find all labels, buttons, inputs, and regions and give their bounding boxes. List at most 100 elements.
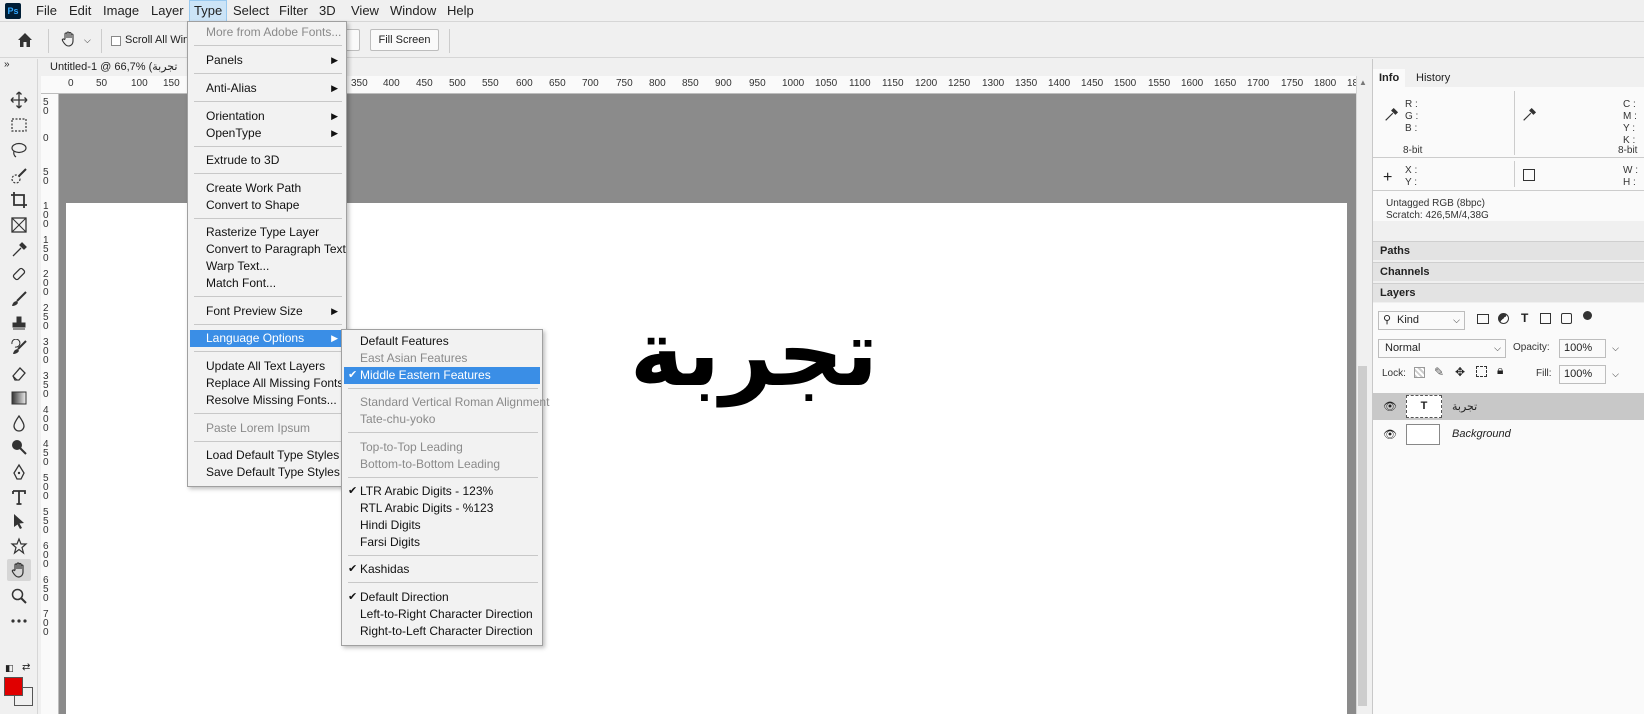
lasso-tool-icon[interactable]	[7, 139, 31, 161]
foreground-color-swatch[interactable]	[4, 677, 23, 696]
more-tools-icon[interactable]	[7, 610, 31, 632]
vertical-scrollbar[interactable]: ▲	[1356, 76, 1368, 714]
smart-object-filter-icon[interactable]	[1561, 313, 1572, 324]
chevron-down-icon[interactable]: ⌵	[84, 35, 91, 46]
brush-tool-icon[interactable]	[7, 288, 31, 310]
shape-layer-filter-icon[interactable]	[1540, 313, 1551, 324]
channels-panel-header[interactable]: Channels	[1373, 262, 1644, 281]
menu-item-rtl-arabic-digits[interactable]: RTL Arabic Digits - %123	[344, 500, 540, 517]
photoshop-logo[interactable]: Ps	[5, 3, 21, 19]
menu-item-resolve-missing-fonts[interactable]: Resolve Missing Fonts...	[190, 392, 344, 409]
menu-item-save-default-type-styles[interactable]: Save Default Type Styles	[190, 464, 344, 481]
scrollbar-thumb[interactable]	[1358, 366, 1367, 706]
lock-all-icon[interactable]: 🔒︎	[1497, 363, 1503, 378]
menu-item-default-features[interactable]: Default Features	[344, 333, 540, 350]
tab-info[interactable]: Info	[1373, 69, 1406, 87]
blur-tool-icon[interactable]	[7, 412, 31, 434]
zoom-tool-icon[interactable]	[7, 585, 31, 607]
history-brush-tool-icon[interactable]	[7, 337, 31, 359]
fill-field[interactable]: 100% ⌵	[1559, 365, 1619, 384]
menu-item-default-direction[interactable]: ✔ Default Direction	[344, 589, 540, 606]
default-colors-icon[interactable]: ◧	[5, 663, 14, 674]
eye-visibility-icon[interactable]: 👁︎	[1383, 428, 1397, 441]
menu-item-match-font[interactable]: Match Font...	[190, 275, 344, 292]
menu-item-create-work-path[interactable]: Create Work Path	[190, 180, 344, 197]
menu-help[interactable]: Help	[443, 0, 478, 22]
menu-type[interactable]: Type	[189, 0, 228, 22]
hand-tool-icon[interactable]	[7, 559, 31, 581]
menu-item-opentype[interactable]: OpenType ▶	[190, 125, 344, 142]
menu-edit[interactable]: Edit	[65, 0, 95, 22]
layer-row-text[interactable]: 👁︎ T تجربة	[1373, 393, 1644, 420]
menu-layer[interactable]: Layer	[147, 0, 188, 22]
pen-tool-icon[interactable]	[7, 461, 31, 483]
layers-panel-header[interactable]: Layers	[1373, 283, 1644, 302]
menu-item-font-preview-size[interactable]: Font Preview Size ▶	[190, 303, 344, 320]
filter-toggle-icon[interactable]	[1583, 311, 1592, 320]
frame-tool-icon[interactable]	[7, 214, 31, 236]
scroll-all-windows-checkbox[interactable]	[111, 36, 121, 46]
menu-item-hindi-digits[interactable]: Hindi Digits	[344, 517, 540, 534]
menu-item-warp-text[interactable]: Warp Text...	[190, 258, 344, 275]
menu-item-panels[interactable]: Panels ▶	[190, 52, 344, 69]
menu-item-rasterize-type-layer[interactable]: Rasterize Type Layer	[190, 224, 344, 241]
menu-item-kashidas[interactable]: ✔ Kashidas	[344, 561, 540, 578]
layer-filter-dropdown[interactable]: ⚲ Kind ⌵	[1378, 311, 1465, 330]
menu-item-farsi-digits[interactable]: Farsi Digits	[344, 534, 540, 551]
eraser-tool-icon[interactable]	[7, 362, 31, 384]
menu-file[interactable]: File	[32, 0, 61, 22]
adjustment-layer-filter-icon[interactable]	[1498, 313, 1509, 324]
blend-mode-dropdown[interactable]: Normal ⌵	[1378, 339, 1506, 358]
menu-item-load-default-type-styles[interactable]: Load Default Type Styles	[190, 447, 344, 464]
menu-item-language-options[interactable]: Language Options ▶	[190, 330, 344, 347]
menu-item-convert-to-paragraph-text[interactable]: Convert to Paragraph Text	[190, 241, 346, 258]
menu-item-right-to-left-character-direction[interactable]: Right-to-Left Character Direction	[344, 623, 540, 640]
move-tool-icon[interactable]	[7, 89, 31, 111]
layer-name[interactable]: Background	[1452, 428, 1511, 440]
home-icon[interactable]	[16, 31, 36, 51]
eye-visibility-icon[interactable]: 👁︎	[1383, 400, 1397, 413]
chevron-down-icon[interactable]: ⌵	[1612, 366, 1619, 383]
tab-history[interactable]: History	[1410, 69, 1456, 87]
lock-image-brush-icon[interactable]: ✎	[1434, 365, 1444, 379]
swap-colors-icon[interactable]: ⇄	[22, 662, 30, 673]
menu-item-update-all-text-layers[interactable]: Update All Text Layers	[190, 358, 344, 375]
lock-position-icon[interactable]: ✥	[1455, 365, 1465, 379]
fill-screen-button[interactable]: Fill Screen	[370, 29, 439, 51]
menu-view[interactable]: View	[347, 0, 383, 22]
lock-artboard-icon[interactable]	[1476, 366, 1487, 377]
lock-transparent-icon[interactable]	[1414, 367, 1425, 378]
menu-image[interactable]: Image	[99, 0, 143, 22]
menu-window[interactable]: Window	[386, 0, 440, 22]
path-selection-tool-icon[interactable]	[7, 510, 31, 532]
dodge-tool-icon[interactable]	[7, 436, 31, 458]
chevron-down-icon[interactable]: ⌵	[1612, 340, 1619, 357]
menu-item-replace-all-missing-fonts[interactable]: Replace All Missing Fonts	[190, 375, 344, 392]
menu-item-left-to-right-character-direction[interactable]: Left-to-Right Character Direction	[344, 606, 540, 623]
menu-3d[interactable]: 3D	[315, 0, 340, 22]
menu-select[interactable]: Select	[229, 0, 273, 22]
menu-filter[interactable]: Filter	[275, 0, 312, 22]
type-layer-filter-icon[interactable]: T	[1521, 311, 1528, 325]
pixel-layer-filter-icon[interactable]	[1477, 314, 1489, 324]
collapse-icon[interactable]: »	[4, 59, 10, 70]
crop-tool-icon[interactable]	[7, 189, 31, 211]
hand-tool-icon[interactable]	[60, 30, 80, 50]
quick-selection-tool-icon[interactable]	[7, 165, 31, 187]
healing-brush-tool-icon[interactable]	[7, 263, 31, 285]
layer-name[interactable]: تجربة	[1452, 400, 1477, 413]
eyedropper-tool-icon[interactable]	[7, 239, 31, 261]
scroll-up-icon[interactable]: ▲	[1359, 78, 1367, 87]
marquee-tool-icon[interactable]	[7, 114, 31, 136]
paths-panel-header[interactable]: Paths	[1373, 241, 1644, 260]
menu-item-orientation[interactable]: Orientation ▶	[190, 108, 344, 125]
menu-item-extrude-to-3d[interactable]: Extrude to 3D	[190, 152, 344, 169]
stamp-tool-icon[interactable]	[7, 313, 31, 335]
menu-item-anti-alias[interactable]: Anti-Alias ▶	[190, 80, 344, 97]
menu-item-ltr-arabic-digits[interactable]: ✔ LTR Arabic Digits - 123%	[344, 483, 540, 500]
custom-shape-tool-icon[interactable]	[7, 535, 31, 557]
opacity-field[interactable]: 100% ⌵	[1559, 339, 1619, 358]
gradient-tool-icon[interactable]	[7, 387, 31, 409]
type-tool-icon[interactable]	[7, 486, 31, 508]
layer-row-background[interactable]: 👁︎ Background	[1373, 421, 1644, 448]
